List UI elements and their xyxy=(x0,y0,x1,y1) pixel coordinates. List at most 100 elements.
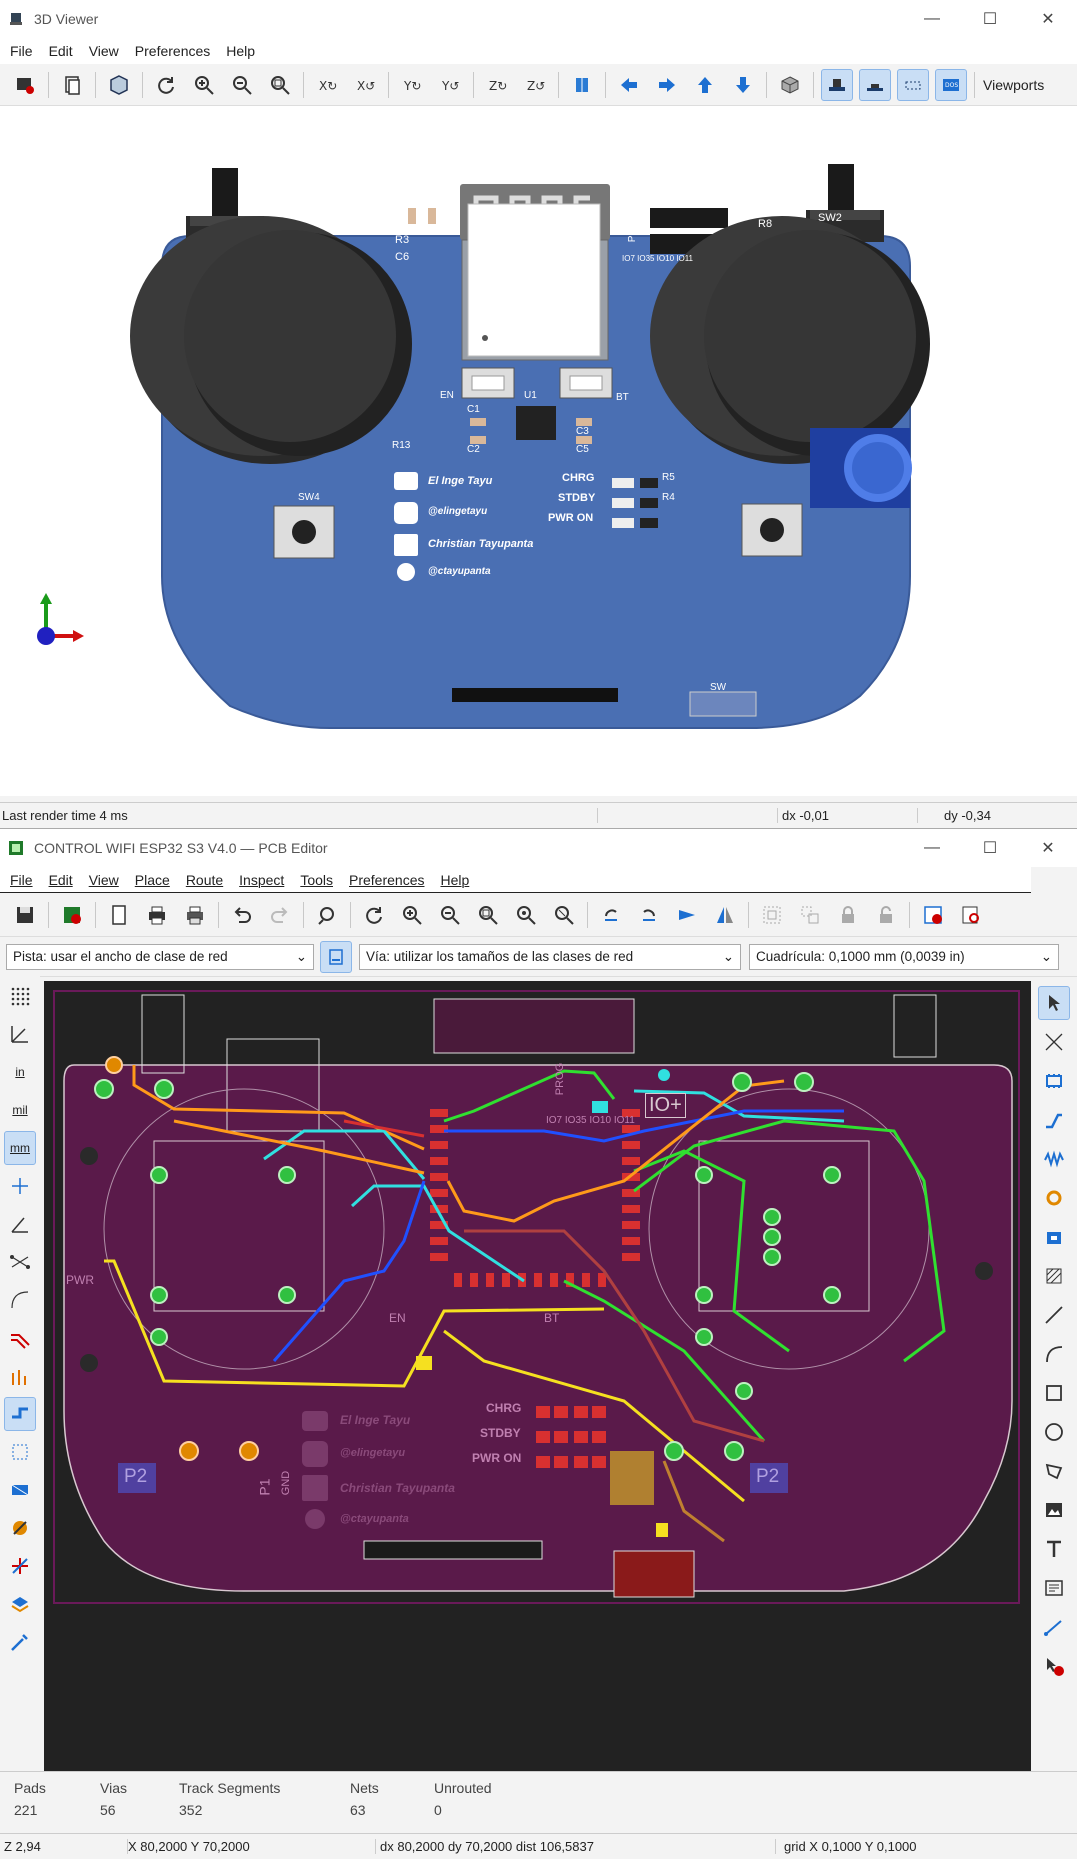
menu-place[interactable]: Place xyxy=(127,872,178,888)
menu-edit[interactable]: Edit xyxy=(41,43,81,59)
track-width-select[interactable]: Pista: usar el ancho de clase de red ⌄ xyxy=(6,943,314,970)
menu-inspect[interactable]: Inspect xyxy=(231,872,292,888)
rotate-x-cw-icon[interactable]: X↻ xyxy=(311,69,343,101)
units-in-toggle[interactable]: in xyxy=(4,1055,36,1089)
refresh-icon[interactable] xyxy=(358,899,390,931)
zoom-objects-icon[interactable] xyxy=(510,899,542,931)
menu-edit[interactable]: Edit xyxy=(41,872,81,888)
draw-line-icon[interactable] xyxy=(1038,1298,1070,1332)
minimize-button[interactable]: — xyxy=(903,0,961,38)
select-tool-icon[interactable] xyxy=(1038,986,1070,1020)
polar-coords-icon[interactable] xyxy=(4,1017,36,1051)
rotate-z-ccw-icon[interactable]: Z↺ xyxy=(519,69,551,101)
board-statistics-icon[interactable] xyxy=(955,899,987,931)
add-textbox-icon[interactable] xyxy=(1038,1571,1070,1605)
redo-icon[interactable] xyxy=(264,899,296,931)
add-via-icon[interactable] xyxy=(1038,1181,1070,1215)
close-button[interactable]: ✕ xyxy=(1019,0,1077,38)
show-dnp-icon[interactable]: DOS xyxy=(935,68,967,101)
plot-icon[interactable] xyxy=(179,899,211,931)
zone-fill-icon[interactable] xyxy=(4,1473,36,1507)
undo-icon[interactable] xyxy=(226,899,258,931)
reload-icon[interactable] xyxy=(150,69,182,101)
unlock-icon[interactable] xyxy=(870,899,902,931)
tune-length-icon[interactable] xyxy=(1038,1142,1070,1176)
maximize-button[interactable]: ☐ xyxy=(961,0,1019,38)
maximize-button[interactable]: ☐ xyxy=(961,829,1019,867)
minimize-button[interactable]: — xyxy=(903,829,961,867)
viewer-3d-canvas[interactable]: R3 C6 R8 SW2 PROG IO7 IO35 IO10 IO11 EN … xyxy=(0,106,1077,796)
zone-outline-icon[interactable] xyxy=(4,1435,36,1469)
curved-ratsnest-icon[interactable] xyxy=(4,1283,36,1317)
show-virtual-icon[interactable] xyxy=(897,68,929,101)
add-image-icon[interactable] xyxy=(1038,1493,1070,1527)
menu-preferences[interactable]: Preferences xyxy=(127,43,218,59)
menu-view[interactable]: View xyxy=(81,872,127,888)
menu-file[interactable]: File xyxy=(2,872,41,888)
add-rule-area-icon[interactable] xyxy=(1038,1259,1070,1293)
menu-preferences[interactable]: Preferences xyxy=(341,872,432,888)
raytrace-icon[interactable] xyxy=(103,69,135,101)
ratsnest-icon[interactable] xyxy=(4,1245,36,1279)
draw-rectangle-icon[interactable] xyxy=(1038,1376,1070,1410)
mirror-vertical-icon[interactable] xyxy=(671,899,703,931)
rotate-x-ccw-icon[interactable]: X↺ xyxy=(349,69,381,101)
show-smd-icon[interactable] xyxy=(859,68,891,101)
move-left-icon[interactable] xyxy=(613,69,645,101)
highlight-net-icon[interactable] xyxy=(4,1397,36,1431)
delete-tool-icon[interactable] xyxy=(1038,1649,1070,1683)
show-tracks-icon[interactable] xyxy=(4,1321,36,1355)
draw-arc-icon[interactable] xyxy=(1038,1337,1070,1371)
menu-help[interactable]: Help xyxy=(218,43,263,59)
menu-tools[interactable]: Tools xyxy=(292,872,341,888)
rotate-y-cw-icon[interactable]: Y↻ xyxy=(396,69,428,101)
zoom-in-icon[interactable] xyxy=(396,899,428,931)
grid-select[interactable]: Cuadrícula: 0,1000 mm (0,0039 in) ⌄ xyxy=(749,943,1059,970)
auto-track-width-icon[interactable] xyxy=(320,940,352,973)
pcb-canvas[interactable]: PROG IO7 IO35 IO10 IO11 IO+ PWR EN BT P1… xyxy=(44,981,1031,1771)
menu-help[interactable]: Help xyxy=(432,872,477,888)
page-settings-icon[interactable] xyxy=(103,899,135,931)
menu-view[interactable]: View xyxy=(81,43,127,59)
draw-polygon-icon[interactable] xyxy=(1038,1454,1070,1488)
zoom-fit-icon[interactable] xyxy=(472,899,504,931)
move-right-icon[interactable] xyxy=(651,69,683,101)
zoom-out-icon[interactable] xyxy=(434,899,466,931)
find-icon[interactable] xyxy=(311,899,343,931)
properties-icon[interactable] xyxy=(4,1625,36,1659)
via-display-icon[interactable] xyxy=(4,1549,36,1583)
menu-route[interactable]: Route xyxy=(178,872,231,888)
save-icon[interactable] xyxy=(9,899,41,931)
show-3d-models-icon[interactable] xyxy=(821,68,853,101)
local-ratsnest-icon[interactable] xyxy=(1038,1025,1070,1059)
move-up-icon[interactable] xyxy=(689,69,721,101)
lock-icon[interactable] xyxy=(832,899,864,931)
layers-manager-icon[interactable] xyxy=(4,1587,36,1621)
route-track-icon[interactable] xyxy=(1038,1103,1070,1137)
via-size-select[interactable]: Vía: utilizar los tamaños de las clases … xyxy=(359,943,741,970)
zoom-out-icon[interactable] xyxy=(226,69,258,101)
rotate-z-cw-icon[interactable]: Z↻ xyxy=(481,69,513,101)
menu-file[interactable]: File xyxy=(2,43,41,59)
zoom-selection-icon[interactable] xyxy=(548,899,580,931)
units-mm-toggle[interactable]: mm xyxy=(4,1131,36,1165)
add-zone-icon[interactable] xyxy=(1038,1220,1070,1254)
ungroup-icon[interactable] xyxy=(794,899,826,931)
pad-display-icon[interactable] xyxy=(4,1511,36,1545)
rotate-ccw-icon[interactable] xyxy=(595,899,627,931)
add-dimension-icon[interactable] xyxy=(1038,1610,1070,1644)
angle-constraint-icon[interactable] xyxy=(4,1207,36,1241)
draw-circle-icon[interactable] xyxy=(1038,1415,1070,1449)
close-button[interactable]: ✕ xyxy=(1019,829,1077,867)
rotate-cw-icon[interactable] xyxy=(633,899,665,931)
add-footprint-icon[interactable] xyxy=(1038,1064,1070,1098)
add-text-icon[interactable] xyxy=(1038,1532,1070,1566)
group-icon[interactable] xyxy=(756,899,788,931)
viewports-button[interactable]: Viewports xyxy=(979,77,1044,93)
units-mil-toggle[interactable]: mil xyxy=(4,1093,36,1127)
move-down-icon[interactable] xyxy=(727,69,759,101)
ortho-cube-icon[interactable] xyxy=(774,69,806,101)
board-setup-icon[interactable] xyxy=(56,899,88,931)
zoom-fit-icon[interactable] xyxy=(264,69,296,101)
cursor-style-icon[interactable] xyxy=(4,1169,36,1203)
